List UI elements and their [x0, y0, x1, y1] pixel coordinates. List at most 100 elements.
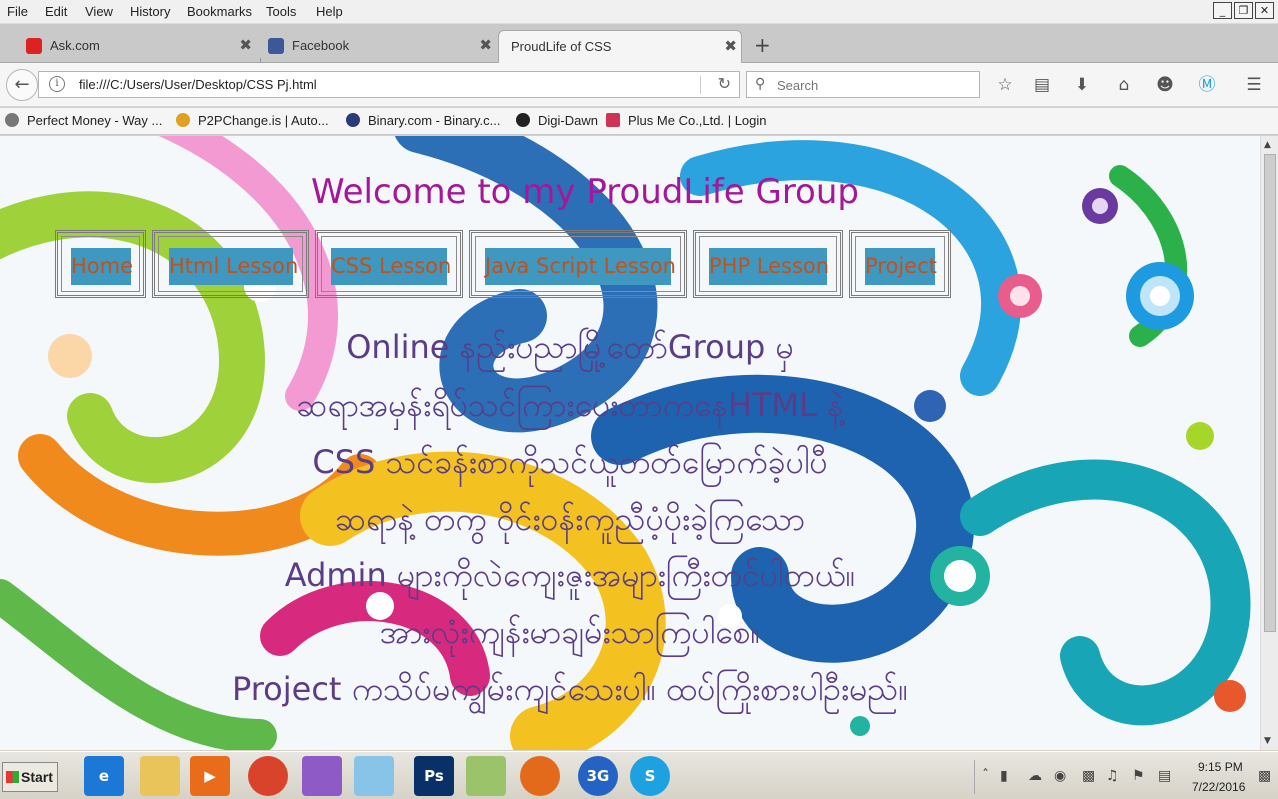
search-input[interactable] [777, 76, 967, 94]
skype-icon[interactable]: Ⓜ [1195, 73, 1219, 97]
paragraph-line: ဆရာအမှန်းရိပ်သင်ကြားပေးတာကနေHTML နဲ့ [296, 386, 844, 424]
paragraph-line: CSS သင်ခန်းစာကိုသင်ယူတတ်မြောက်ခဲ့ပါပီ [312, 443, 828, 481]
menu-edit[interactable]: Edit [45, 4, 67, 19]
search-icon: ⚲ [755, 76, 766, 92]
flag-icon[interactable]: ⚑ [1132, 768, 1145, 784]
folder-icon[interactable] [140, 756, 180, 796]
nav-css-lesson[interactable]: CSS Lesson [315, 230, 463, 298]
menu-file[interactable]: File [7, 4, 28, 19]
paragraph-line: ဆရာနဲ့ တကွ ဝိုင်းဝန်းကူညီပံ့ပိုးခဲ့ကြသော [334, 500, 806, 538]
bookmark-digi-dawn[interactable]: Digi-Dawn [516, 113, 598, 128]
menu-icon[interactable]: ☰ [1242, 73, 1266, 97]
nav-project[interactable]: Project [849, 230, 951, 298]
bookmark-label: Binary.com - Binary.c... [368, 113, 501, 128]
nav-php-lesson[interactable]: PHP Lesson [693, 230, 843, 298]
bookmark-plus-me[interactable]: Plus Me Co.,Ltd. | Login [606, 113, 767, 128]
paragraph-line: Online နည်းပညာမြို့တော်Group မှ [346, 328, 794, 366]
nav-home[interactable]: Home [55, 230, 146, 298]
paragraph-line: အားလုံးကျန်းမာချမ်းသာကြပါစေ။ [379, 613, 761, 651]
feather-icon[interactable] [302, 756, 342, 796]
chrome-icon[interactable] [248, 756, 288, 796]
skype-icon[interactable]: S [630, 756, 670, 796]
show-desktop-icon[interactable]: ▩ [1258, 768, 1271, 784]
nav-javascript-lesson-label[interactable]: Java Script Lesson [485, 248, 676, 285]
notepad-icon[interactable] [354, 756, 394, 796]
ie-icon[interactable]: e [84, 756, 124, 796]
scrollbar-thumb[interactable] [1264, 154, 1276, 632]
home-icon[interactable]: ⌂ [1112, 73, 1136, 97]
bookmark-favicon-icon [516, 113, 530, 127]
tab-facebook[interactable]: Facebook ✖ [266, 32, 496, 63]
nav-project-label[interactable]: Project [865, 248, 937, 285]
menu-view[interactable]: View [85, 4, 113, 19]
paragraph-line: Project ကသိပ်မကျွမ်းကျင်သေးပါ။ ထပ်ကြိုးစ… [231, 670, 908, 708]
clock-time[interactable]: 9:15 PM [1198, 760, 1243, 774]
tray-expand-icon[interactable]: ˆ [982, 768, 989, 784]
bookmark-p2pchange[interactable]: P2PChange.is | Auto... [176, 113, 329, 128]
tab-label: Facebook [292, 38, 350, 53]
nav-home-label[interactable]: Home [71, 248, 133, 285]
menu-tools[interactable]: Tools [266, 4, 296, 19]
url-separator [700, 76, 701, 94]
scroll-down-arrow-icon[interactable]: ▼ [1264, 736, 1271, 746]
tab-proudlife[interactable]: ProudLife of CSS ✖ [498, 30, 742, 63]
bookmark-favicon-icon [5, 113, 19, 127]
media-player-icon[interactable]: ▶ [190, 756, 230, 796]
new-tab-button[interactable]: + [754, 33, 771, 57]
signal-icon[interactable]: ▮ [1000, 768, 1008, 784]
photoshop-icon[interactable]: Ps [414, 756, 454, 796]
menu-history[interactable]: History [130, 4, 170, 19]
bookmark-perfect-money[interactable]: Perfect Money - Way ... [5, 113, 162, 128]
tab-ask[interactable]: Ask.com ✖ [24, 32, 256, 63]
start-label: Start [21, 769, 53, 785]
bookmark-label: P2PChange.is | Auto... [198, 113, 329, 128]
close-tab-icon[interactable]: ✖ [724, 37, 737, 55]
bookmark-star-icon[interactable]: ☆ [993, 73, 1017, 97]
nav-php-lesson-label[interactable]: PHP Lesson [709, 248, 829, 285]
bookmark-favicon-icon [176, 113, 190, 127]
antivirus-icon[interactable]: ▩ [1082, 768, 1095, 784]
ask-icon [26, 38, 42, 54]
bookmark-binary[interactable]: Binary.com - Binary.c... [346, 113, 500, 128]
reload-icon[interactable]: ↻ [718, 74, 731, 93]
paint-icon[interactable] [466, 756, 506, 796]
info-icon[interactable]: i [49, 76, 65, 92]
nav-html-lesson[interactable]: Html Lesson [152, 230, 309, 298]
search-box[interactable]: ⚲ [746, 71, 980, 98]
bookmarks-bar: Perfect Money - Way ... P2PChange.is | A… [0, 108, 1278, 135]
navigation-bar: ← i file:///C:/Users/User/Desktop/CSS Pj… [0, 63, 1278, 107]
nav-css-lesson-label[interactable]: CSS Lesson [331, 248, 451, 285]
downloads-icon[interactable]: ⬇ [1070, 73, 1094, 97]
menu-help[interactable]: Help [316, 4, 343, 19]
close-tab-icon[interactable]: ✖ [479, 36, 492, 54]
reading-list-icon[interactable]: ▤ [1030, 73, 1054, 97]
url-text[interactable]: file:///C:/Users/User/Desktop/CSS Pj.htm… [79, 77, 317, 92]
bookmark-label: Perfect Money - Way ... [27, 113, 163, 128]
start-button[interactable]: Start [2, 762, 58, 792]
scroll-up-arrow-icon[interactable]: ▲ [1264, 140, 1271, 150]
tab-label: Ask.com [50, 38, 100, 53]
3g-icon[interactable]: 3G [578, 756, 618, 796]
nav-html-lesson-label[interactable]: Html Lesson [169, 248, 298, 285]
back-arrow-icon: ← [14, 74, 30, 95]
back-button[interactable]: ← [6, 69, 38, 101]
clock-date[interactable]: 7/22/2016 [1192, 780, 1245, 794]
bookmark-favicon-icon [606, 113, 620, 127]
globe-icon[interactable]: ◉ [1054, 768, 1066, 784]
close-button[interactable]: ✕ [1255, 2, 1274, 19]
firefox-icon[interactable] [520, 756, 560, 796]
facebook-icon [268, 38, 284, 54]
address-bar[interactable]: i file:///C:/Users/User/Desktop/CSS Pj.h… [38, 71, 740, 98]
menu-bookmarks[interactable]: Bookmarks [187, 4, 252, 19]
network-icon[interactable]: ☁ [1028, 768, 1042, 784]
bookmark-label: Plus Me Co.,Ltd. | Login [628, 113, 767, 128]
vertical-scrollbar[interactable]: ▲ ▼ [1260, 136, 1278, 750]
menu-bar: File Edit View History Bookmarks Tools H… [0, 0, 1278, 24]
volume-icon[interactable]: ♫ [1106, 768, 1119, 784]
minimize-button[interactable]: _ [1213, 2, 1232, 19]
chat-icon[interactable]: ☻ [1153, 73, 1177, 97]
close-tab-icon[interactable]: ✖ [239, 36, 252, 54]
power-icon[interactable]: ▤ [1158, 768, 1171, 784]
nav-javascript-lesson[interactable]: Java Script Lesson [469, 230, 687, 298]
maximize-button[interactable]: ❐ [1234, 2, 1253, 19]
